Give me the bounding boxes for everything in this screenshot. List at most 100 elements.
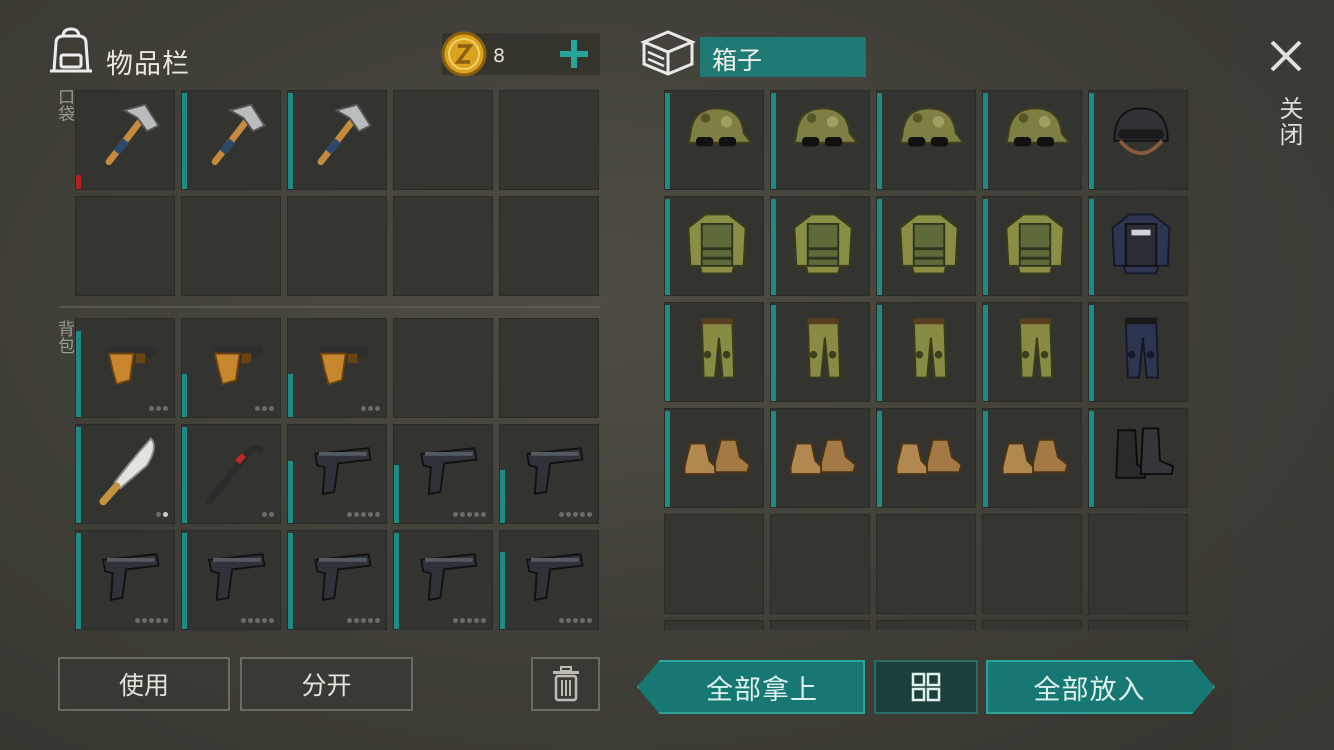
flare-gun-icon — [319, 345, 369, 386]
ammo-dots — [361, 406, 380, 411]
container-slot[interactable] — [876, 196, 976, 296]
container-slot[interactable] — [1088, 408, 1188, 508]
backpack-slot[interactable] — [393, 530, 493, 630]
backpack-slot[interactable] — [181, 318, 281, 418]
container-slot[interactable] — [664, 90, 764, 190]
ammo-dots — [149, 406, 168, 411]
container-slot[interactable] — [770, 514, 870, 614]
container-slot[interactable] — [664, 408, 764, 508]
pocket-slot[interactable] — [75, 196, 175, 296]
police-jacket-icon — [1111, 213, 1171, 275]
backpack-slot[interactable] — [287, 530, 387, 630]
durability-bar — [665, 93, 670, 189]
backpack-slot[interactable] — [393, 424, 493, 524]
sort-button[interactable] — [874, 660, 978, 714]
durability-bar — [500, 470, 505, 523]
container-slot[interactable] — [664, 514, 764, 614]
close-label[interactable]: 关闭 — [1272, 96, 1307, 148]
durability-bar — [500, 552, 505, 629]
backpack-slot[interactable] — [393, 318, 493, 418]
container-slot[interactable] — [1088, 90, 1188, 190]
container-slot[interactable] — [1088, 196, 1188, 296]
backpack-slot[interactable] — [499, 424, 599, 524]
pocket-slot[interactable] — [181, 196, 281, 296]
durability-bar — [983, 199, 988, 295]
pickaxe-icon — [211, 103, 266, 166]
tan-boots-icon — [789, 438, 857, 475]
police-pants-icon — [1124, 317, 1160, 379]
durability-bar — [288, 461, 293, 523]
container-slot[interactable] — [982, 90, 1082, 190]
add-coins-button[interactable] — [556, 36, 592, 72]
container-slot[interactable] — [664, 196, 764, 296]
pocket-slot[interactable] — [499, 90, 599, 190]
backpack-slot[interactable] — [499, 318, 599, 418]
container-slot[interactable] — [982, 196, 1082, 296]
container-slot[interactable] — [982, 302, 1082, 402]
durability-bar — [394, 533, 399, 629]
container-slot[interactable] — [664, 620, 764, 630]
backpack-slot[interactable] — [287, 318, 387, 418]
container-title: 箱子 — [700, 37, 866, 77]
camo-jacket-icon — [899, 213, 959, 275]
container-slot[interactable] — [876, 514, 976, 614]
backpack-slot[interactable] — [499, 530, 599, 630]
pistol-icon — [526, 447, 584, 495]
backpack-slot[interactable] — [75, 424, 175, 524]
backpack-slot[interactable] — [75, 318, 175, 418]
container-slot[interactable] — [1088, 302, 1188, 402]
container-slot[interactable] — [982, 514, 1082, 614]
backpack-slot[interactable] — [181, 530, 281, 630]
container-slot[interactable] — [1088, 514, 1188, 614]
container-slot[interactable] — [876, 408, 976, 508]
tan-boots-icon — [683, 438, 751, 475]
pocket-slot[interactable] — [181, 90, 281, 190]
container-slot[interactable] — [876, 620, 976, 630]
pistol-icon — [102, 553, 160, 601]
durability-bar — [771, 93, 776, 189]
durability-bar — [877, 305, 882, 401]
container-slot[interactable] — [770, 196, 870, 296]
container-slot[interactable] — [982, 620, 1082, 630]
pocket-slot[interactable] — [75, 90, 175, 190]
container-slot[interactable] — [876, 302, 976, 402]
durability-bar — [182, 427, 187, 523]
container-slot[interactable] — [982, 408, 1082, 508]
inventory-title: 物品栏 — [106, 49, 190, 80]
discard-button[interactable] — [531, 657, 600, 711]
durability-bar — [665, 199, 670, 295]
container-slot[interactable] — [770, 620, 870, 630]
container-slot[interactable] — [770, 302, 870, 402]
container-slot[interactable] — [770, 408, 870, 508]
ammo-dots — [255, 406, 274, 411]
durability-bar — [394, 465, 399, 523]
container-grid-panel — [664, 88, 1190, 630]
put-all-button[interactable]: 全部放入 — [986, 660, 1215, 714]
ammo-dots — [347, 618, 380, 623]
backpack-slot[interactable] — [287, 424, 387, 524]
pocket-slot[interactable] — [499, 196, 599, 296]
take-all-button[interactable]: 全部拿上 — [637, 660, 865, 714]
close-icon[interactable] — [1268, 38, 1304, 74]
pocket-slot[interactable] — [393, 90, 493, 190]
ammo-dots — [453, 512, 486, 517]
machete-icon — [99, 437, 155, 506]
crowbar-icon — [205, 444, 264, 505]
pocket-slot[interactable] — [287, 90, 387, 190]
backpack-label: 背包 — [54, 320, 74, 354]
backpack-slot[interactable] — [181, 424, 281, 524]
use-button[interactable]: 使用 — [58, 657, 230, 711]
container-slot[interactable] — [1088, 620, 1188, 630]
camo-pants-icon — [1018, 317, 1054, 379]
pocket-slot[interactable] — [287, 196, 387, 296]
camo-cap-icon — [793, 107, 860, 147]
container-slot[interactable] — [770, 90, 870, 190]
container-slot[interactable] — [664, 302, 764, 402]
pocket-slot[interactable] — [393, 196, 493, 296]
split-button[interactable]: 分开 — [240, 657, 413, 711]
backpack-slot[interactable] — [75, 530, 175, 630]
container-slot[interactable] — [876, 90, 976, 190]
camo-cap-icon — [899, 107, 966, 147]
police-helmet-icon — [1113, 107, 1169, 156]
durability-bar — [288, 374, 293, 417]
